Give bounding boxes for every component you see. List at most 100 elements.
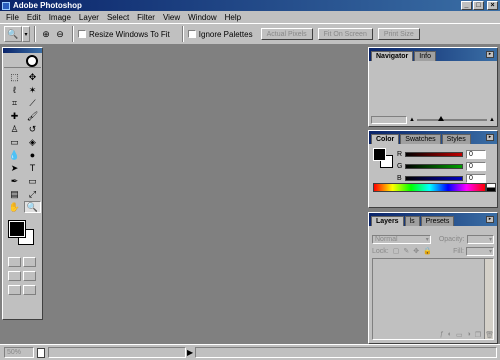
lock-all-icon[interactable]: 🔒 [423, 247, 432, 255]
photoshop-app-icon[interactable] [2, 1, 10, 10]
maximize-button[interactable]: □ [473, 1, 484, 10]
actual-pixels-button[interactable]: Actual Pixels [260, 28, 313, 40]
navigator-zoom-slider[interactable] [416, 115, 488, 121]
black-white-swatch[interactable] [486, 183, 496, 192]
red-channel-slider[interactable] [405, 151, 463, 157]
fit-on-screen-button[interactable]: Fit On Screen [317, 28, 373, 40]
navigator-zoom: ▲ ▲ [371, 115, 495, 124]
print-size-button[interactable]: Print Size [377, 28, 420, 40]
zoom-out-small-icon[interactable]: ▲ [409, 117, 415, 123]
tab-channels[interactable]: ls [404, 216, 420, 226]
hand-tool-icon[interactable]: ✋ [6, 201, 23, 213]
ignore-palettes-checkbox[interactable]: Ignore Palettes [187, 30, 253, 39]
tab-navigator[interactable]: Navigator [371, 51, 414, 61]
menu-window[interactable]: Window [184, 13, 220, 22]
menu-filter[interactable]: Filter [133, 13, 159, 22]
checkbox-box[interactable] [78, 30, 86, 38]
tab-styles[interactable]: Styles [441, 134, 471, 144]
layers-list[interactable] [372, 258, 494, 340]
marquee-tool-icon[interactable]: ⬚ [6, 71, 23, 83]
green-channel-input[interactable]: 0 [466, 161, 486, 171]
quick-mask-mode-icon[interactable] [23, 257, 36, 267]
options-bar: 🔍 ▾ ⊕ ⊖ Resize Windows To Fit Ignore Pal… [0, 23, 500, 45]
slider-knob[interactable] [437, 115, 444, 121]
red-channel-input[interactable]: 0 [466, 149, 486, 159]
layers-scrollbar[interactable] [484, 259, 493, 339]
status-zoom-field[interactable]: 50% [4, 347, 34, 358]
foreground-color-swatch[interactable] [8, 220, 26, 238]
green-channel-slider[interactable] [405, 163, 463, 169]
tab-presets[interactable]: Presets [420, 216, 455, 226]
toolbox-title-bar[interactable] [3, 48, 42, 53]
panel-menu-icon[interactable]: ▸ [486, 134, 494, 141]
zoom-tool-icon[interactable]: 🔍 [24, 201, 41, 213]
lasso-tool-icon[interactable]: ℓ [6, 84, 23, 96]
dodge-tool-icon[interactable]: ● [24, 149, 41, 161]
layer-mask-icon[interactable]: ◐ [448, 331, 452, 341]
color-panel-foreground[interactable] [373, 148, 386, 161]
lock-image-icon[interactable]: ✎ [403, 247, 409, 255]
slice-tool-icon[interactable]: ⟋ [24, 97, 41, 109]
standard-mode-icon[interactable] [8, 257, 21, 267]
zoom-out-icon[interactable]: ⊖ [54, 28, 66, 40]
photoshop-logo[interactable] [4, 54, 41, 68]
navigator-zoom-input[interactable] [371, 115, 407, 124]
close-button[interactable]: × [487, 1, 498, 10]
blur-tool-icon[interactable]: 💧 [6, 149, 23, 161]
minimize-button[interactable]: _ [461, 1, 472, 10]
preset-dropdown-arrow[interactable]: ▾ [22, 26, 30, 42]
layer-style-icon[interactable]: ƒ [440, 331, 444, 341]
history-brush-tool-icon[interactable]: ↺ [24, 123, 41, 135]
eyedropper-tool-icon[interactable]: ⤢ [24, 188, 41, 200]
paint-bucket-tool-icon[interactable]: ◈ [24, 136, 41, 148]
notes-tool-icon[interactable]: ▤ [6, 188, 23, 200]
shape-tool-icon[interactable]: ▭ [24, 175, 41, 187]
menu-view[interactable]: View [159, 13, 184, 22]
tab-swatches[interactable]: Swatches [400, 134, 441, 144]
standard-screen-icon[interactable] [8, 271, 21, 281]
brush-tool-icon[interactable]: 🖌 [24, 110, 41, 122]
delete-layer-icon[interactable]: 🗑 [485, 331, 494, 341]
full-screen-icon[interactable] [23, 271, 36, 281]
blue-channel-input[interactable]: 0 [466, 173, 486, 183]
path-selection-tool-icon[interactable]: ➤ [6, 162, 23, 174]
clone-stamp-tool-icon[interactable]: ♙ [6, 123, 23, 135]
lock-position-icon[interactable]: ✥ [413, 247, 419, 255]
tab-layers[interactable]: Layers [371, 216, 404, 226]
jump-to-imageready-icon[interactable] [8, 285, 21, 295]
pen-tool-icon[interactable]: ✒ [6, 175, 23, 187]
crop-tool-icon[interactable]: ⌗ [6, 97, 23, 109]
tab-info[interactable]: Info [414, 51, 436, 61]
adjustment-layer-icon[interactable]: ◑ [467, 331, 471, 341]
fill-input[interactable] [466, 246, 494, 256]
new-set-icon[interactable]: ▭ [456, 331, 463, 341]
magic-wand-tool-icon[interactable]: ✶ [24, 84, 41, 96]
checkbox-box[interactable] [187, 30, 196, 38]
new-layer-icon[interactable]: ❐ [475, 331, 481, 341]
menu-help[interactable]: Help [221, 13, 245, 22]
menu-select[interactable]: Select [103, 13, 133, 22]
lock-transparent-icon[interactable]: ▢ [393, 247, 400, 255]
panel-menu-icon[interactable]: ▸ [486, 216, 494, 223]
healing-brush-tool-icon[interactable]: ✚ [6, 110, 23, 122]
type-tool-icon[interactable]: T [24, 162, 41, 174]
menu-edit[interactable]: Edit [23, 13, 45, 22]
resize-windows-checkbox[interactable]: Resize Windows To Fit [78, 30, 170, 39]
panel-menu-icon[interactable]: ▸ [486, 51, 494, 58]
menu-image[interactable]: Image [45, 13, 75, 22]
eraser-tool-icon[interactable]: ▭ [6, 136, 23, 148]
tab-color[interactable]: Color [371, 134, 400, 144]
menu-file[interactable]: File [2, 13, 23, 22]
color-spectrum-bar[interactable] [373, 183, 486, 192]
blue-channel-slider[interactable] [405, 175, 463, 181]
navigator-preview[interactable] [371, 63, 495, 111]
status-menu-arrow-icon[interactable]: ▶ [187, 348, 193, 357]
move-tool-icon[interactable]: ✥ [24, 71, 41, 83]
jump-to-icon[interactable] [23, 285, 36, 295]
menu-layer[interactable]: Layer [75, 13, 103, 22]
tool-preset-picker[interactable]: 🔍 [4, 26, 22, 42]
opacity-input[interactable] [466, 234, 494, 244]
blend-mode-dropdown[interactable]: Normal [372, 234, 431, 244]
zoom-in-small-icon[interactable]: ▲ [489, 117, 495, 123]
zoom-in-icon[interactable]: ⊕ [40, 28, 52, 40]
